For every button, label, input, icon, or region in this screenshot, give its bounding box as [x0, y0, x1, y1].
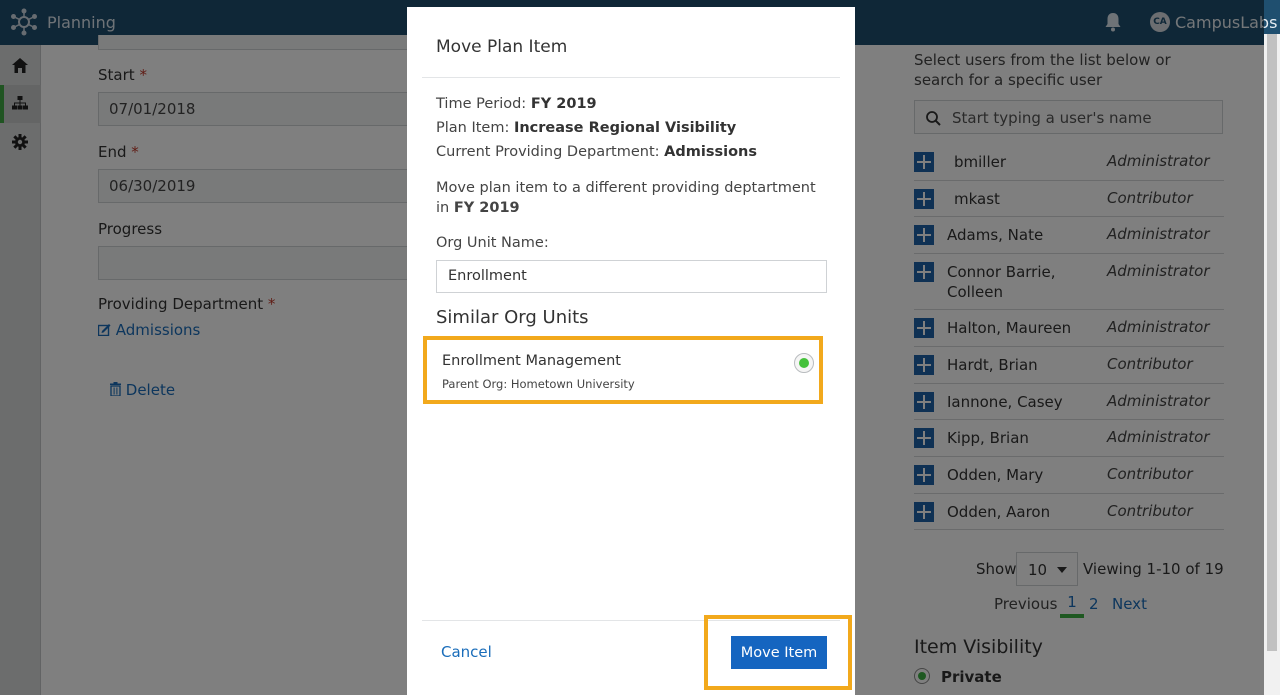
time-period: Time Period: FY 2019: [436, 96, 597, 112]
cancel-button[interactable]: Cancel: [441, 643, 492, 661]
org-unit-input[interactable]: Enrollment: [436, 260, 827, 293]
move-plan-item-dialog: Move Plan Item Time Period: FY 2019 Plan…: [407, 7, 855, 695]
page-scrollbar[interactable]: [1264, 34, 1280, 695]
similar-org-units-title: Similar Org Units: [436, 307, 589, 328]
org-unit-label: Org Unit Name:: [436, 235, 549, 251]
org-unit-option[interactable]: Enrollment Management Parent Org: Hometo…: [423, 336, 823, 404]
current-department: Current Providing Department: Admissions: [436, 144, 757, 160]
org-unit-parent: Parent Org: Hometown University: [442, 377, 635, 391]
move-description: Move plan item to a different providing …: [436, 180, 816, 216]
org-unit-radio[interactable]: [794, 353, 814, 373]
dialog-title: Move Plan Item: [436, 37, 568, 57]
move-item-button[interactable]: Move Item: [731, 636, 827, 669]
divider: [422, 77, 840, 78]
plan-item: Plan Item: Increase Regional Visibility: [436, 120, 737, 136]
org-unit-name: Enrollment Management: [442, 353, 621, 369]
scrollbar-thumb[interactable]: [1267, 34, 1277, 651]
